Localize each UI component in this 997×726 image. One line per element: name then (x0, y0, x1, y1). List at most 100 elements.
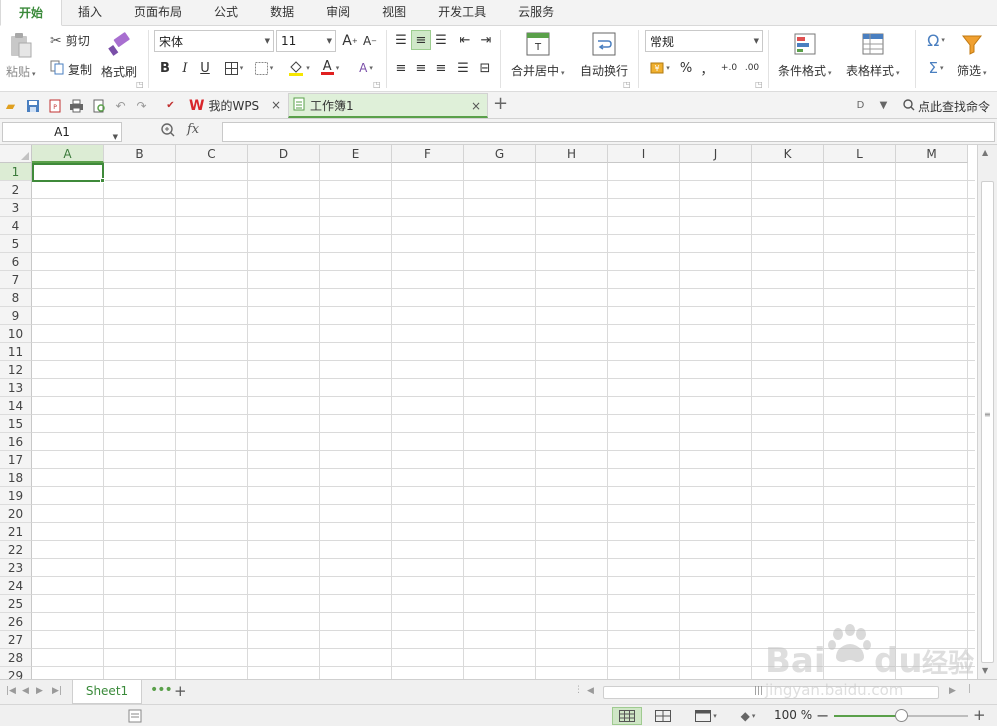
scroll-down-icon[interactable]: ▼ (982, 666, 988, 675)
paste-button[interactable]: 粘贴 ▾ (6, 32, 36, 80)
redo-icon[interactable]: ↷ (134, 98, 149, 113)
merge-center-button[interactable]: T 合并居中 ▾ (511, 31, 565, 79)
distributed-align-icon[interactable]: ⊟ (475, 58, 495, 78)
tab-insert[interactable]: 插入 (62, 0, 118, 25)
add-sheet-icon[interactable]: + (174, 682, 187, 700)
search-command-box[interactable]: 点此查找命令 (903, 98, 990, 115)
row-header-29[interactable]: 29 (0, 667, 32, 679)
customize-toolbar-icon[interactable]: ✔ (163, 98, 178, 113)
undo-icon[interactable]: ↶ (113, 98, 128, 113)
close-icon[interactable]: × (471, 99, 481, 113)
cut-button[interactable]: ✂ 剪切 (50, 32, 90, 49)
column-header-i[interactable]: I (608, 145, 680, 163)
scroll-up-icon[interactable]: ▲ (982, 148, 988, 157)
conditional-format-button[interactable]: 条件格式 ▾ (778, 31, 832, 79)
spreadsheet-grid[interactable]: ABCDEFGHIJKLM 1 2 3 4 5 6 7 8 9 10 11 12 13 14 15 16 17 1… (0, 145, 997, 679)
print-icon[interactable] (69, 98, 84, 113)
dialog-launcher-icon[interactable]: ◳ (373, 80, 381, 89)
row-header-17[interactable]: 17 (0, 451, 32, 469)
row-header-18[interactable]: 18 (0, 469, 32, 487)
autosum-icon[interactable]: Σ ▾ (921, 58, 951, 78)
currency-format-icon[interactable]: ¥ ▾ (646, 58, 674, 78)
filter-button[interactable]: 筛选 ▾ (957, 31, 987, 79)
next-sheet-icon[interactable]: ▶ (36, 686, 43, 696)
skin-icon[interactable]: ▼ (876, 98, 891, 113)
zoom-out-icon[interactable]: − (816, 706, 829, 725)
row-header-26[interactable]: 26 (0, 613, 32, 631)
align-top-icon[interactable]: ☰ (391, 30, 411, 50)
symbol-icon[interactable]: Ω ▾ (921, 30, 951, 50)
doc-tab-my-wps[interactable]: W 我的WPS × (185, 93, 287, 118)
row-header-27[interactable]: 27 (0, 631, 32, 649)
decrease-decimal-icon[interactable]: .00 (742, 58, 762, 78)
format-painter-button[interactable]: 格式刷 (101, 32, 137, 80)
row-header-21[interactable]: 21 (0, 523, 32, 541)
row-header-15[interactable]: 15 (0, 415, 32, 433)
column-header-e[interactable]: E (320, 145, 392, 163)
splitter-icon[interactable]: ⋮ (574, 685, 583, 695)
row-header-10[interactable]: 10 (0, 325, 32, 343)
borders-icon[interactable]: ▾ (221, 58, 247, 78)
column-header-h[interactable]: H (536, 145, 608, 163)
row-header-25[interactable]: 25 (0, 595, 32, 613)
row-header-5[interactable]: 5 (0, 235, 32, 253)
align-bottom-icon[interactable]: ☰ (431, 30, 451, 50)
column-header-m[interactable]: M (896, 145, 968, 163)
comma-style-button[interactable]: ， (697, 58, 717, 78)
zoom-slider-knob[interactable] (894, 709, 908, 722)
row-header-11[interactable]: 11 (0, 343, 32, 361)
underline-button[interactable]: U (195, 58, 215, 78)
new-tab-icon[interactable]: + (493, 93, 508, 114)
row-header-4[interactable]: 4 (0, 217, 32, 235)
tab-review[interactable]: 审阅 (310, 0, 366, 25)
row-header-9[interactable]: 9 (0, 307, 32, 325)
print-preview-icon[interactable] (91, 98, 106, 113)
zoom-formula-icon[interactable] (161, 123, 175, 137)
close-icon[interactable]: × (271, 98, 281, 112)
row-header-16[interactable]: 16 (0, 433, 32, 451)
splitter-icon[interactable]: | (968, 684, 971, 694)
more-sheets-icon[interactable]: ••• (150, 682, 173, 698)
align-left-icon[interactable]: ≡ (391, 58, 411, 78)
bold-button[interactable]: B (155, 58, 175, 78)
row-header-2[interactable]: 2 (0, 181, 32, 199)
macro-record-icon[interactable] (128, 709, 142, 723)
copy-button[interactable]: 复制 (50, 60, 92, 78)
row-header-7[interactable]: 7 (0, 271, 32, 289)
column-header-j[interactable]: J (680, 145, 752, 163)
column-header-g[interactable]: G (464, 145, 536, 163)
last-sheet-icon[interactable]: ▶| (52, 686, 62, 696)
doc-tab-workbook1[interactable]: 工作簿1 × (288, 93, 488, 118)
fill-handle[interactable] (100, 178, 105, 183)
font-color-icon[interactable]: A ▾ (316, 58, 344, 78)
column-header-a[interactable]: A (32, 145, 104, 163)
select-all-corner[interactable] (0, 145, 32, 163)
row-header-24[interactable]: 24 (0, 577, 32, 595)
number-format-combo[interactable]: 常规 ▼ (645, 30, 763, 52)
increase-font-size-icon[interactable]: A + (340, 31, 360, 51)
prev-sheet-icon[interactable]: ◀ (22, 686, 29, 696)
dialog-launcher-icon[interactable]: ◳ (136, 80, 144, 89)
row-header-3[interactable]: 3 (0, 199, 32, 217)
align-center-icon[interactable]: ≡ (411, 58, 431, 78)
tab-cloud-services[interactable]: 云服务 (502, 0, 570, 25)
column-header-f[interactable]: F (392, 145, 464, 163)
dialog-launcher-icon[interactable]: ◳ (623, 80, 631, 89)
export-pdf-icon[interactable]: P (47, 98, 62, 113)
column-header-c[interactable]: C (176, 145, 248, 163)
tab-home[interactable]: 开始 (0, 0, 63, 26)
row-header-6[interactable]: 6 (0, 253, 32, 271)
justify-icon[interactable]: ☰ (453, 58, 473, 78)
cell-shading-icon[interactable]: ▾ (250, 58, 278, 78)
row-header-14[interactable]: 14 (0, 397, 32, 415)
table-style-button[interactable]: 表格样式 ▾ (846, 31, 900, 79)
first-sheet-icon[interactable]: |◀ (6, 686, 16, 696)
expand-ribbon-icon[interactable]: D (853, 98, 868, 113)
row-header-19[interactable]: 19 (0, 487, 32, 505)
font-size-combo[interactable]: 11 ▼ (276, 30, 336, 52)
formula-input[interactable] (222, 122, 995, 142)
sheet-tab-sheet1[interactable]: Sheet1 (72, 680, 142, 704)
column-header-d[interactable]: D (248, 145, 320, 163)
row-header-28[interactable]: 28 (0, 649, 32, 667)
increase-indent-icon[interactable]: ⇥ (476, 30, 496, 50)
